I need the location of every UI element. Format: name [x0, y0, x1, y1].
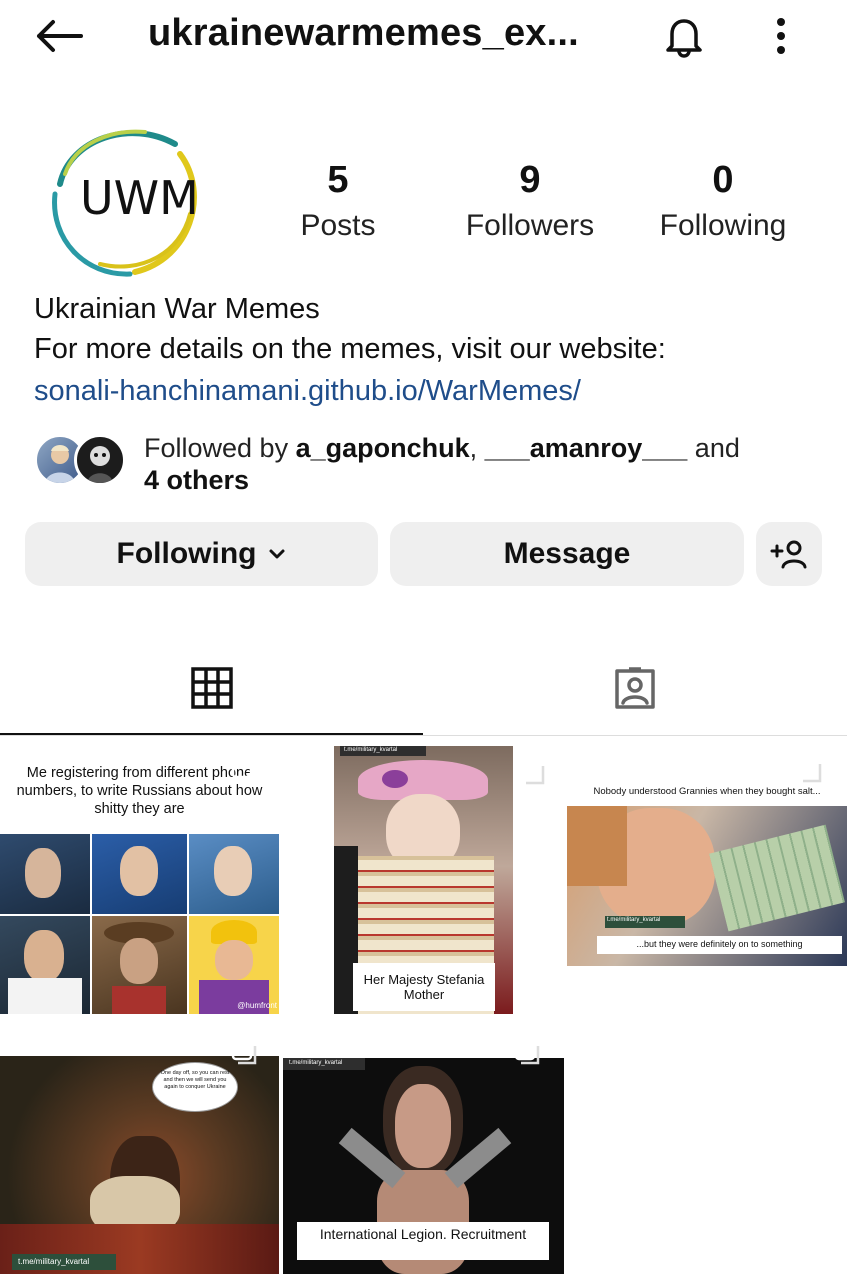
- followed-by[interactable]: Followed by a_gaponchuk, ___amanroy___ a…: [34, 432, 834, 496]
- post-3-bottom-text: ...but they were definitely on to someth…: [636, 939, 803, 949]
- message-button[interactable]: Message: [390, 522, 744, 586]
- profile-handle: ukrainewarmemes_ex...: [148, 12, 579, 54]
- post-tile-4[interactable]: One day off, so you can rest and then we…: [0, 1018, 279, 1280]
- tab-divider: [0, 735, 847, 736]
- follower-avatar-2: [74, 434, 126, 486]
- profile-avatar[interactable]: UWM: [40, 114, 210, 284]
- post-5-caption: International Legion. Recruitment: [297, 1222, 549, 1260]
- posts-count: 5: [327, 159, 349, 201]
- carousel-icon: [231, 757, 257, 783]
- bell-icon[interactable]: [658, 12, 710, 60]
- bio-link[interactable]: sonali-hanchinamani.github.io/WarMemes/: [34, 370, 834, 412]
- post-3-source: t.me/military_kvartal: [607, 917, 661, 923]
- post-3-image: Nobody understood Grannies when they bou…: [567, 780, 847, 966]
- post-5-source: t.me/military_kvartal: [289, 1060, 343, 1066]
- carousel-icon: [231, 1039, 257, 1065]
- following-label: Following: [659, 209, 787, 242]
- tab-tagged[interactable]: [423, 640, 847, 736]
- followers-others-link[interactable]: 4 others: [144, 465, 249, 495]
- bio: Ukrainian War Memes For more details on …: [34, 290, 834, 412]
- tagged-icon: [611, 665, 659, 711]
- top-bar: ukrainewarmemes_ex...: [0, 0, 847, 72]
- following-button[interactable]: Following: [25, 522, 378, 586]
- carousel-icon: [796, 757, 822, 783]
- carousel-icon: [519, 759, 545, 785]
- add-user-icon: [770, 539, 808, 569]
- post-tile-5[interactable]: t.me/military_kvartal International Legi…: [283, 1018, 564, 1280]
- profile-name: Ukrainian War Memes: [34, 293, 320, 325]
- post-4-bubble: One day off, so you can rest and then we…: [160, 1070, 230, 1090]
- follower-link-2[interactable]: ___amanroy___: [485, 433, 688, 463]
- post-1-photo-grid: @humfront: [0, 834, 279, 1014]
- stat-following[interactable]: 0 Following: [638, 158, 808, 246]
- message-button-label: Message: [503, 537, 631, 570]
- followers-count: 9: [519, 159, 541, 201]
- chevron-down-icon: [268, 548, 286, 560]
- following-button-label: Following: [116, 537, 257, 570]
- post-tile-3[interactable]: Nobody understood Grannies when they bou…: [567, 738, 847, 1014]
- carousel-icon: [514, 1039, 540, 1065]
- followers-label: Followers: [465, 209, 595, 242]
- bio-description: For more details on the memes, visit our…: [34, 333, 666, 365]
- post-4-source: t.me/military_kvartal: [18, 1257, 90, 1266]
- post-tile-2[interactable]: t.me/military_kvartal Her Majesty Stefan…: [283, 738, 564, 1014]
- tab-posts-grid[interactable]: [0, 640, 423, 736]
- post-1-credit: @humfront: [237, 1001, 277, 1010]
- avatar-logo-text: UWM: [80, 171, 199, 225]
- more-vertical-icon[interactable]: [760, 12, 802, 60]
- post-tile-1[interactable]: Me registering from different phone numb…: [0, 738, 279, 1014]
- post-4-image: One day off, so you can rest and then we…: [0, 1056, 279, 1274]
- followed-by-text: Followed by a_gaponchuk, ___amanroy___ a…: [144, 433, 740, 495]
- stat-followers[interactable]: 9 Followers: [445, 158, 615, 246]
- post-2-source: t.me/military_kvartal: [344, 747, 398, 753]
- stat-posts[interactable]: 5 Posts: [253, 158, 423, 246]
- posts-label: Posts: [300, 209, 376, 242]
- grid-icon: [190, 667, 233, 709]
- back-arrow-icon[interactable]: [30, 14, 86, 58]
- add-user-button[interactable]: [756, 522, 822, 586]
- post-2-caption: Her Majesty Stefania Mother: [353, 963, 495, 1011]
- follower-link-1[interactable]: a_gaponchuk: [296, 433, 470, 463]
- post-3-top-text: Nobody understood Grannies when they bou…: [593, 786, 821, 797]
- following-count: 0: [712, 159, 734, 201]
